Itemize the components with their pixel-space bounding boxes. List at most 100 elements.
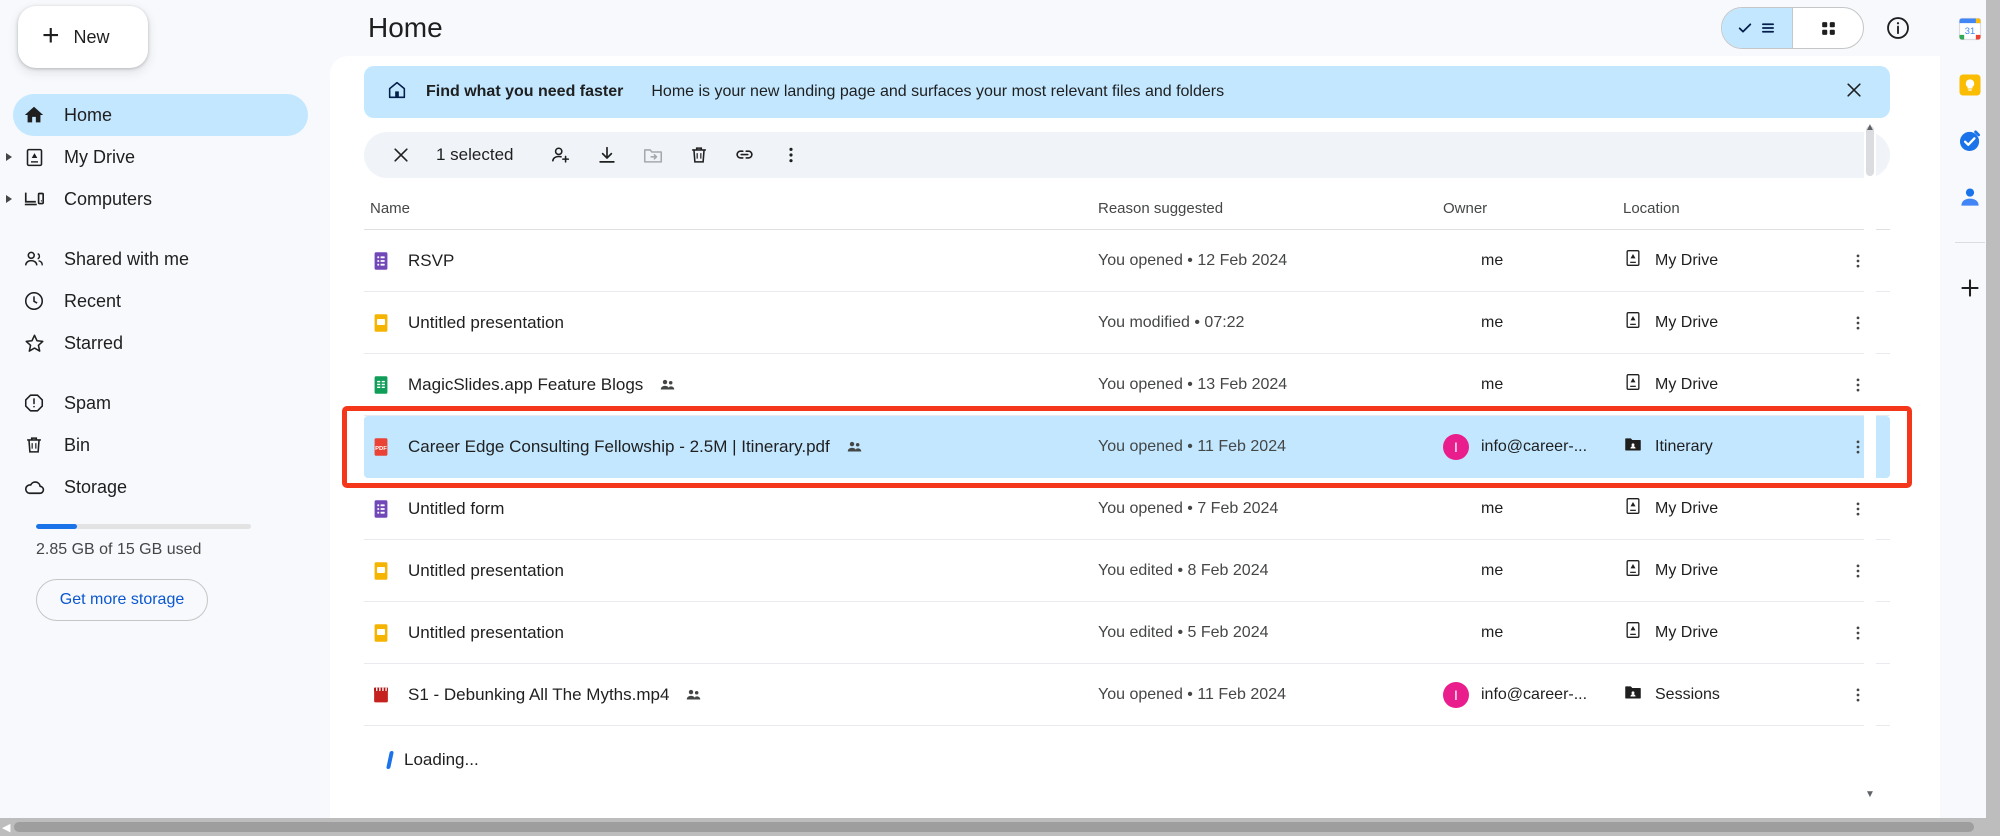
hscroll-thumb[interactable]: [14, 822, 1974, 832]
sidebar-item-spam[interactable]: Spam: [0, 382, 330, 424]
reason-suggested-cell: You opened • 13 Feb 2024: [1098, 375, 1288, 393]
check-icon: [1738, 23, 1752, 33]
location-cell[interactable]: My Drive: [1623, 372, 1838, 397]
table-row[interactable]: Untitled presentation You edited • 5 Feb …: [364, 602, 1890, 664]
location-cell[interactable]: My Drive: [1623, 310, 1838, 335]
owner-label: info@career-...: [1481, 685, 1588, 703]
sidebar-item-label: Recent: [64, 290, 122, 311]
chevron-right-icon[interactable]: [6, 195, 12, 203]
clear-selection-button[interactable]: [380, 134, 422, 176]
sidebar-item-my-drive[interactable]: My Drive: [0, 136, 330, 178]
rail-scrollbar[interactable]: [1986, 0, 2000, 836]
loading-label: Loading...: [404, 750, 479, 769]
reason-suggested-cell: You opened • 12 Feb 2024: [1098, 251, 1288, 269]
sidebar-item-computers[interactable]: Computers: [0, 178, 330, 220]
table-body: RSVP You opened • 12 Feb 2024 me My Drive Un…: [364, 230, 1890, 726]
location-cell[interactable]: My Drive: [1623, 496, 1838, 521]
share-add-person-button[interactable]: [540, 134, 582, 176]
file-name-cell[interactable]: RSVP: [370, 250, 1098, 272]
avatar: I: [1443, 433, 1469, 460]
new-button[interactable]: + New: [18, 6, 148, 68]
sidebar-item-shared-with-me[interactable]: Shared with me: [0, 238, 330, 280]
star-icon: [22, 331, 46, 355]
sidebar-item-label: Home: [64, 104, 113, 125]
shared-people-icon: [659, 376, 676, 393]
delete-button[interactable]: [678, 134, 720, 176]
column-header-name[interactable]: Name: [370, 200, 1098, 217]
file-name-cell[interactable]: Untitled presentation: [370, 312, 1098, 334]
column-header-owner[interactable]: Owner: [1443, 200, 1623, 217]
location-label: My Drive: [1655, 499, 1719, 517]
file-name-label: Untitled form: [408, 498, 505, 518]
google-keep-icon[interactable]: [1955, 70, 1985, 100]
drive-location-icon: [1626, 312, 1640, 329]
scrollbar-track[interactable]: [1864, 126, 1876, 794]
file-name-cell[interactable]: Untitled presentation: [370, 622, 1098, 644]
scrollbar-thumb[interactable]: [1866, 126, 1874, 176]
right-side-panel: 31: [1940, 0, 2000, 836]
info-button[interactable]: [1878, 8, 1918, 48]
info-banner: Find what you need faster Home is your n…: [364, 66, 1890, 118]
grid-view-button[interactable]: [1793, 8, 1863, 48]
table-row[interactable]: Untitled presentation You modified • 07:2…: [364, 292, 1890, 354]
file-name-cell[interactable]: Untitled presentation: [370, 560, 1098, 582]
google-contacts-icon[interactable]: [1955, 182, 1985, 212]
column-header-location[interactable]: Location: [1623, 200, 1838, 217]
file-name-cell[interactable]: Untitled form: [370, 498, 1098, 520]
files-table: Name Reason suggested Owner Location RSV…: [364, 188, 1890, 770]
get-more-storage-button[interactable]: Get more storage: [36, 579, 208, 621]
table-row[interactable]: Untitled form You opened • 7 Feb 2024 me My…: [364, 478, 1890, 540]
file-name-label: MagicSlides.app Feature Blogs: [408, 374, 644, 394]
scroll-up-arrow[interactable]: ▲: [1864, 122, 1876, 133]
table-row[interactable]: MagicSlides.app Feature Blogs You opened …: [364, 354, 1890, 416]
new-button-label: New: [73, 26, 110, 47]
add-apps-icon[interactable]: [1955, 273, 1985, 303]
owner-cell: me: [1443, 624, 1623, 642]
loading-indicator: Loading...: [386, 750, 1890, 770]
table-row[interactable]: S1 - Debunking All The Myths.mp4 You open…: [364, 664, 1890, 726]
clock-icon: [22, 289, 46, 313]
location-cell[interactable]: My Drive: [1623, 248, 1838, 273]
file-name-cell[interactable]: S1 - Debunking All The Myths.mp4: [370, 684, 1098, 706]
nav-divider-gap: [0, 220, 330, 238]
sidebar-item-home[interactable]: Home: [13, 94, 308, 136]
banner-close-button[interactable]: [1838, 74, 1870, 110]
sidebar-item-bin[interactable]: Bin: [0, 424, 330, 466]
location-cell[interactable]: Itinerary: [1623, 434, 1838, 459]
chevron-right-icon[interactable]: [6, 153, 12, 161]
google-tasks-icon[interactable]: [1955, 126, 1985, 156]
get-link-button[interactable]: [724, 134, 766, 176]
more-actions-button[interactable]: [770, 134, 812, 176]
location-cell[interactable]: Sessions: [1623, 682, 1838, 707]
scroll-left-arrow[interactable]: ◀: [2, 821, 10, 834]
location-cell[interactable]: My Drive: [1623, 558, 1838, 583]
location-icon: [1623, 248, 1643, 273]
location-label: My Drive: [1655, 375, 1719, 393]
google-forms-icon: [374, 251, 388, 270]
file-type-icon: [370, 250, 392, 272]
sidebar-item-storage[interactable]: Storage: [0, 466, 330, 508]
location-icon: [1623, 496, 1643, 521]
table-row[interactable]: Untitled presentation You edited • 8 Feb …: [364, 540, 1890, 602]
google-calendar-icon[interactable]: 31: [1955, 14, 1985, 44]
window-horizontal-scrollbar[interactable]: ◀ ▶: [0, 818, 2000, 836]
download-button[interactable]: [586, 134, 628, 176]
file-name-cell[interactable]: MagicSlides.app Feature Blogs: [370, 374, 1098, 396]
sidebar-item-recent[interactable]: Recent: [0, 280, 330, 322]
table-row[interactable]: PDF Career Edge Consulting Fellowship - 2…: [364, 416, 1890, 478]
owner-cell: Iinfo@career-...: [1443, 681, 1623, 708]
move-to-folder-button[interactable]: [632, 134, 674, 176]
table-row[interactable]: RSVP You opened • 12 Feb 2024 me My Drive: [364, 230, 1890, 292]
file-name-cell[interactable]: PDF Career Edge Consulting Fellowship - 2…: [370, 436, 1098, 458]
content-vertical-scrollbar[interactable]: ▲ ▼: [1864, 122, 1876, 800]
google-forms-icon: [374, 499, 388, 518]
scroll-down-arrow[interactable]: ▼: [1864, 789, 1876, 800]
google-sheets-icon: [374, 375, 388, 394]
location-cell[interactable]: My Drive: [1623, 620, 1838, 645]
list-view-button[interactable]: [1722, 8, 1792, 48]
computer-icon: [22, 187, 46, 211]
banner-headline: Find what you need faster: [426, 83, 624, 100]
sidebar-item-starred[interactable]: Starred: [0, 322, 330, 364]
column-header-reason[interactable]: Reason suggested: [1098, 200, 1443, 217]
file-type-icon: PDF: [370, 436, 392, 458]
